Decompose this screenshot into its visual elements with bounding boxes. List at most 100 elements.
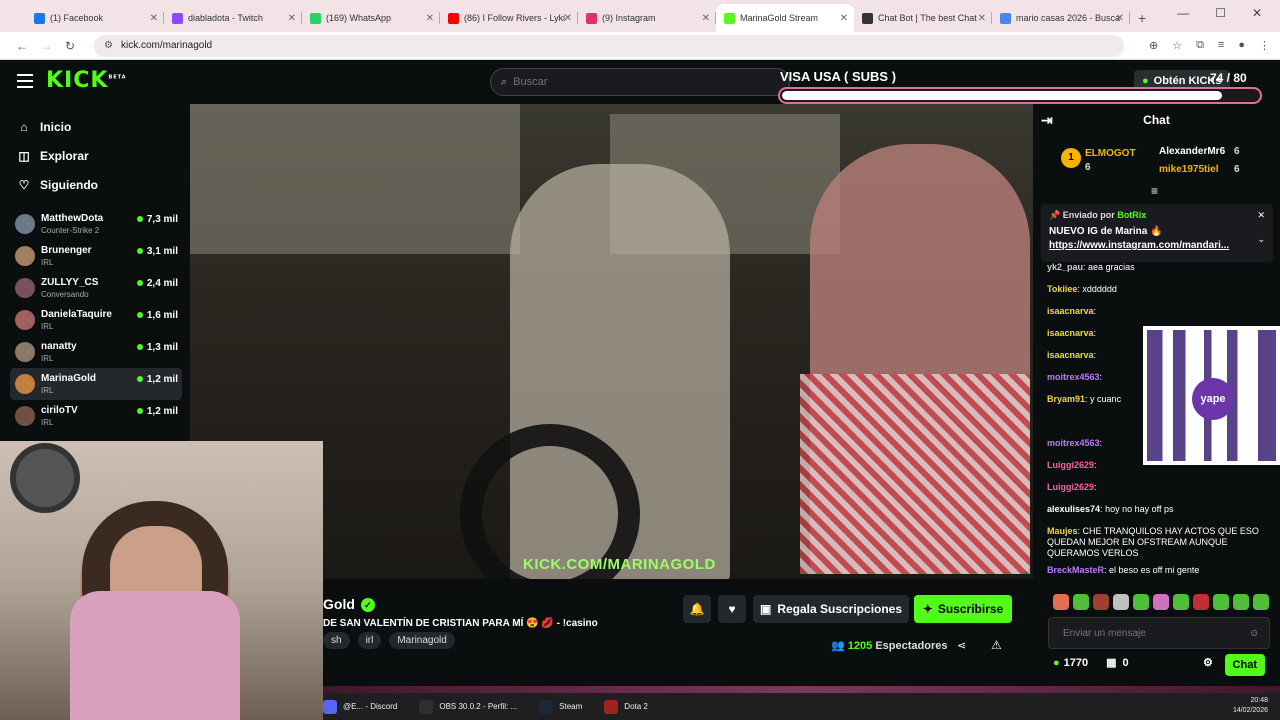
- sidebar-nav-inicio[interactable]: ⌂ Inicio: [16, 120, 71, 134]
- chat-username[interactable]: Luiggi2629: [1047, 460, 1094, 470]
- share-icon[interactable]: ⋖: [957, 639, 966, 652]
- browser-tab[interactable]: (169) WhatsApp ✕: [302, 4, 440, 32]
- zoom-icon[interactable]: ⊕: [1149, 39, 1158, 52]
- sidebar-channel[interactable]: nanatty IRL 1,3 mil: [10, 336, 182, 368]
- chat-username[interactable]: moitrex4563: [1047, 438, 1100, 448]
- sidebar-channel[interactable]: ZULLYY_CS Conversando 2,4 mil: [10, 272, 182, 304]
- collapse-chat-icon[interactable]: ⇥: [1041, 112, 1053, 129]
- tab-close-icon[interactable]: ✕: [840, 13, 848, 24]
- site-info-icon[interactable]: ⚙: [104, 40, 113, 51]
- more-menu-icon[interactable]: ⋮: [1259, 39, 1270, 52]
- leader-name[interactable]: AlexanderMr6: [1159, 146, 1225, 157]
- sub-goal-progress-fill: [782, 91, 1223, 100]
- chat-username[interactable]: Bryam91: [1047, 394, 1085, 404]
- chat-username[interactable]: isaacnarva: [1047, 350, 1094, 360]
- emote-icon[interactable]: [1073, 594, 1089, 610]
- subscribe-button[interactable]: ✦ Suscribirse: [914, 595, 1012, 623]
- emote-icon[interactable]: [1153, 594, 1169, 610]
- browser-tab[interactable]: (86) I Follow Rivers - Lyki ✕: [440, 4, 578, 32]
- stream-tag[interactable]: irl: [357, 632, 382, 649]
- channel-name[interactable]: Gold ✓: [323, 596, 375, 613]
- browser-tab[interactable]: MarinaGold Stream ✕: [716, 4, 854, 32]
- stream-tag[interactable]: Marinagold: [389, 632, 455, 649]
- tab-close-icon[interactable]: ✕: [150, 13, 158, 24]
- back-icon[interactable]: ←: [10, 39, 34, 53]
- tab-close-icon[interactable]: ✕: [702, 13, 710, 24]
- chat-username[interactable]: Maujes: [1047, 526, 1078, 536]
- url-field[interactable]: ⚙ kick.com/marinagold: [94, 34, 1124, 57]
- chat-username[interactable]: isaacnarva: [1047, 328, 1094, 338]
- emote-icon[interactable]: [1133, 594, 1149, 610]
- tab-close-icon[interactable]: ✕: [288, 13, 296, 24]
- notifications-button[interactable]: 🔔: [683, 595, 711, 623]
- tab-close-icon[interactable]: ✕: [426, 13, 434, 24]
- emote-icon[interactable]: [1213, 594, 1229, 610]
- sidebar-channel[interactable]: MarinaGold IRL 1,2 mil: [10, 368, 182, 400]
- points-value[interactable]: 1770: [1064, 657, 1088, 669]
- gift-subs-button[interactable]: ▣ Regala Suscripciones: [753, 595, 909, 623]
- minimize-icon[interactable]: —: [1177, 6, 1189, 20]
- tab-close-icon[interactable]: ✕: [1116, 13, 1124, 24]
- emote-icon[interactable]: [1253, 594, 1269, 610]
- taskbar-item[interactable]: OBS 30.0.2 - Perfil: ...: [419, 699, 517, 714]
- sidebar-channel[interactable]: MatthewDota Counter-Strike 2 7,3 mil: [10, 208, 182, 240]
- stream-tag[interactable]: sh: [323, 632, 350, 649]
- taskbar-item[interactable]: @E... - Discord: [323, 699, 397, 714]
- taskbar-clock[interactable]: 20:48 14/02/2026: [1233, 696, 1268, 716]
- emote-icon[interactable]: [1193, 594, 1209, 610]
- chat-username[interactable]: moitrex4563: [1047, 372, 1100, 382]
- sidebar-nav-explorar[interactable]: ◫ Explorar: [16, 149, 88, 163]
- expand-leaderboard-icon[interactable]: ≡: [1151, 184, 1158, 198]
- maximize-icon[interactable]: ☐: [1215, 6, 1226, 20]
- emote-icon[interactable]: [1053, 594, 1069, 610]
- media-icon[interactable]: ≡: [1218, 39, 1224, 52]
- pinned-link[interactable]: https://www.instagram.com/mandari...: [1049, 240, 1265, 251]
- bookmark-star-icon[interactable]: ☆: [1172, 39, 1182, 52]
- close-window-icon[interactable]: ✕: [1252, 6, 1262, 20]
- chat-username[interactable]: BreckMasteR: [1047, 565, 1104, 575]
- pinned-line: NUEVO IG de Marina 🔥: [1049, 226, 1163, 237]
- chat-username[interactable]: Tokiiee: [1047, 284, 1077, 294]
- chat-send-button[interactable]: Chat: [1224, 654, 1265, 676]
- hamburger-menu-icon[interactable]: [17, 74, 33, 88]
- unpin-icon[interactable]: ✕: [1257, 210, 1265, 221]
- chat-username[interactable]: Luiggi2629: [1047, 482, 1094, 492]
- chat-username[interactable]: isaacnarva: [1047, 306, 1094, 316]
- sidebar-channel[interactable]: DanielaTaquire IRL 1,6 mil: [10, 304, 182, 336]
- kick-logo[interactable]: KICKBETA: [46, 68, 127, 93]
- browser-tab[interactable]: Chat Bot | The best Chat ✕: [854, 4, 992, 32]
- emote-icon[interactable]: [1233, 594, 1249, 610]
- chat-input[interactable]: [1063, 627, 1243, 639]
- report-icon[interactable]: ⚠: [991, 638, 1002, 652]
- browser-tab[interactable]: diabladota - Twitch ✕: [164, 4, 302, 32]
- sidebar-nav-siguiendo[interactable]: ♡ Siguiendo: [16, 178, 98, 192]
- taskbar-item[interactable]: Steam: [539, 699, 582, 714]
- channel-name: DanielaTaquire: [41, 308, 112, 320]
- tab-close-icon[interactable]: ✕: [978, 13, 986, 24]
- leader-name[interactable]: mike1975tiel: [1159, 164, 1219, 175]
- emote-icon[interactable]: [1173, 594, 1189, 610]
- chevron-down-icon[interactable]: ⌄: [1257, 234, 1265, 245]
- profile-icon[interactable]: ●: [1238, 39, 1245, 52]
- new-tab-icon[interactable]: +: [1138, 10, 1146, 26]
- browser-tab[interactable]: (9) Instagram ✕: [578, 4, 716, 32]
- leader-name[interactable]: ELMOGOT: [1085, 148, 1136, 159]
- browser-tab[interactable]: mario casas 2026 - Busca ✕: [992, 4, 1130, 32]
- follow-button[interactable]: ♥: [718, 595, 746, 623]
- sidebar-channel[interactable]: Brunenger IRL 3,1 mil: [10, 240, 182, 272]
- emoji-icon[interactable]: ☺: [1249, 628, 1259, 639]
- chat-username[interactable]: alexulises74: [1047, 504, 1100, 514]
- tab-close-icon[interactable]: ✕: [564, 13, 572, 24]
- browser-tab[interactable]: (1) Facebook ✕: [26, 4, 164, 32]
- taskbar-item[interactable]: Dota 2: [604, 699, 648, 714]
- emote-icon[interactable]: [1093, 594, 1109, 610]
- forward-icon[interactable]: →: [34, 39, 58, 53]
- emote-icon[interactable]: [1113, 594, 1129, 610]
- reload-icon[interactable]: ↻: [58, 39, 82, 53]
- settings-icon[interactable]: ⚙: [1203, 656, 1213, 669]
- gifts-value[interactable]: 0: [1123, 657, 1129, 669]
- chat-username[interactable]: yk2_pau: [1047, 262, 1083, 272]
- search-input[interactable]: [513, 76, 714, 88]
- sidebar-channel[interactable]: ciriloTV IRL 1,2 mil: [10, 400, 182, 432]
- extensions-icon[interactable]: ⧉: [1196, 39, 1204, 52]
